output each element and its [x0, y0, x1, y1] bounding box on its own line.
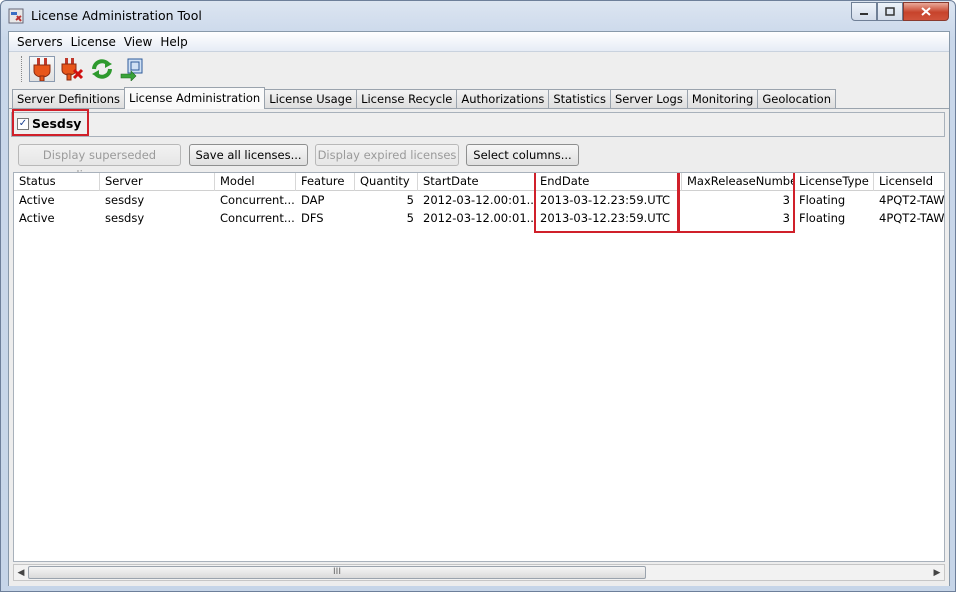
tab-bar: Server Definitions License Administratio… [12, 87, 836, 109]
tab-license-recycle[interactable]: License Recycle [356, 89, 458, 108]
connect-button[interactable] [29, 56, 55, 82]
cell-quantity: 5 [406, 211, 414, 225]
cell-licenseid: 4PQT2-TAWD [879, 193, 945, 207]
tab-server-definitions[interactable]: Server Definitions [12, 89, 126, 108]
tab-server-logs[interactable]: Server Logs [609, 89, 688, 108]
disconnect-button[interactable] [59, 56, 85, 82]
tab-authorizations[interactable]: Authorizations [456, 89, 550, 108]
column-header-quantity[interactable]: Quantity [355, 173, 418, 191]
enddate-highlight-box [534, 173, 679, 233]
cell-status: Active [19, 211, 55, 225]
server-highlight-box [12, 109, 89, 136]
cell-feature: DAP [301, 193, 325, 207]
cell-licensetype: Floating [799, 193, 846, 207]
scrollbar-thumb[interactable]: III [28, 566, 646, 579]
cell-feature: DFS [301, 211, 324, 225]
table-row[interactable]: Active sesdsy Concurrent... DFS 5 2012-0… [14, 210, 945, 228]
maxrelease-highlight-box [678, 173, 795, 233]
refresh-icon [92, 59, 112, 79]
client-area: Servers License View Help Server Definit… [8, 31, 950, 586]
tab-monitoring[interactable]: Monitoring [686, 89, 759, 108]
cell-model: Concurrent... [220, 211, 295, 225]
cell-quantity: 5 [406, 193, 414, 207]
table-header: Status Server Model Feature Quantity Sta… [14, 173, 944, 191]
tab-license-usage[interactable]: License Usage [264, 89, 358, 108]
column-header-startdate[interactable]: StartDate [418, 173, 535, 191]
cell-status: Active [19, 193, 55, 207]
window-title: License Administration Tool [31, 8, 202, 23]
tab-statistics[interactable]: Statistics [548, 89, 611, 108]
license-administration-panel: ✓ Sesdsy Display superseded licenses Sav… [9, 108, 949, 586]
cell-licensetype: Floating [799, 211, 846, 225]
app-icon [8, 8, 24, 24]
cell-licenseid: 4PQT2-TAWD [879, 211, 945, 225]
menu-view[interactable]: View [120, 35, 156, 49]
scroll-right-icon[interactable]: ▶ [931, 567, 943, 579]
cell-startdate: 2012-03-12.00:01.... [423, 193, 535, 207]
column-header-server[interactable]: Server [100, 173, 215, 191]
export-button[interactable] [119, 56, 145, 82]
cell-model: Concurrent... [220, 193, 295, 207]
horizontal-scrollbar[interactable]: ◀ III ▶ [13, 564, 945, 581]
server-export-icon [120, 58, 143, 81]
column-header-feature[interactable]: Feature [296, 173, 355, 191]
toolbar [9, 53, 949, 85]
cell-startdate: 2012-03-12.00:01.... [423, 211, 535, 225]
refresh-button[interactable] [89, 56, 115, 82]
display-expired-button[interactable]: Display expired licenses [315, 144, 459, 166]
license-table: Status Server Model Feature Quantity Sta… [13, 172, 945, 562]
server-group: ✓ Sesdsy [11, 112, 945, 137]
menu-servers[interactable]: Servers [13, 35, 67, 49]
menu-help[interactable]: Help [156, 35, 191, 49]
title-bar[interactable]: License Administration Tool [1, 1, 955, 31]
scroll-left-icon[interactable]: ◀ [15, 567, 27, 579]
menu-bar: Servers License View Help [9, 32, 949, 52]
column-header-model[interactable]: Model [215, 173, 296, 191]
table-row[interactable]: Active sesdsy Concurrent... DAP 5 2012-0… [14, 192, 945, 210]
cell-server: sesdsy [105, 193, 145, 207]
column-header-licensetype[interactable]: LicenseType [794, 173, 874, 191]
column-header-licenseid[interactable]: LicenseId [874, 173, 944, 191]
close-button[interactable] [903, 2, 949, 21]
minimize-button[interactable] [851, 2, 877, 21]
tab-license-administration[interactable]: License Administration [124, 87, 266, 109]
menu-license[interactable]: License [67, 35, 120, 49]
maximize-button[interactable] [877, 2, 903, 21]
app-window: License Administration Tool Servers Lice… [0, 0, 956, 592]
column-header-status[interactable]: Status [14, 173, 100, 191]
cell-server: sesdsy [105, 211, 145, 225]
display-superseded-button[interactable]: Display superseded licenses [18, 144, 181, 182]
select-columns-button[interactable]: Select columns... [466, 144, 579, 166]
toolbar-grip [21, 56, 23, 82]
tab-geolocation[interactable]: Geolocation [757, 89, 836, 108]
save-all-licenses-button[interactable]: Save all licenses... [189, 144, 308, 166]
connect-plug-icon [33, 58, 51, 81]
disconnect-plug-icon [61, 58, 84, 81]
